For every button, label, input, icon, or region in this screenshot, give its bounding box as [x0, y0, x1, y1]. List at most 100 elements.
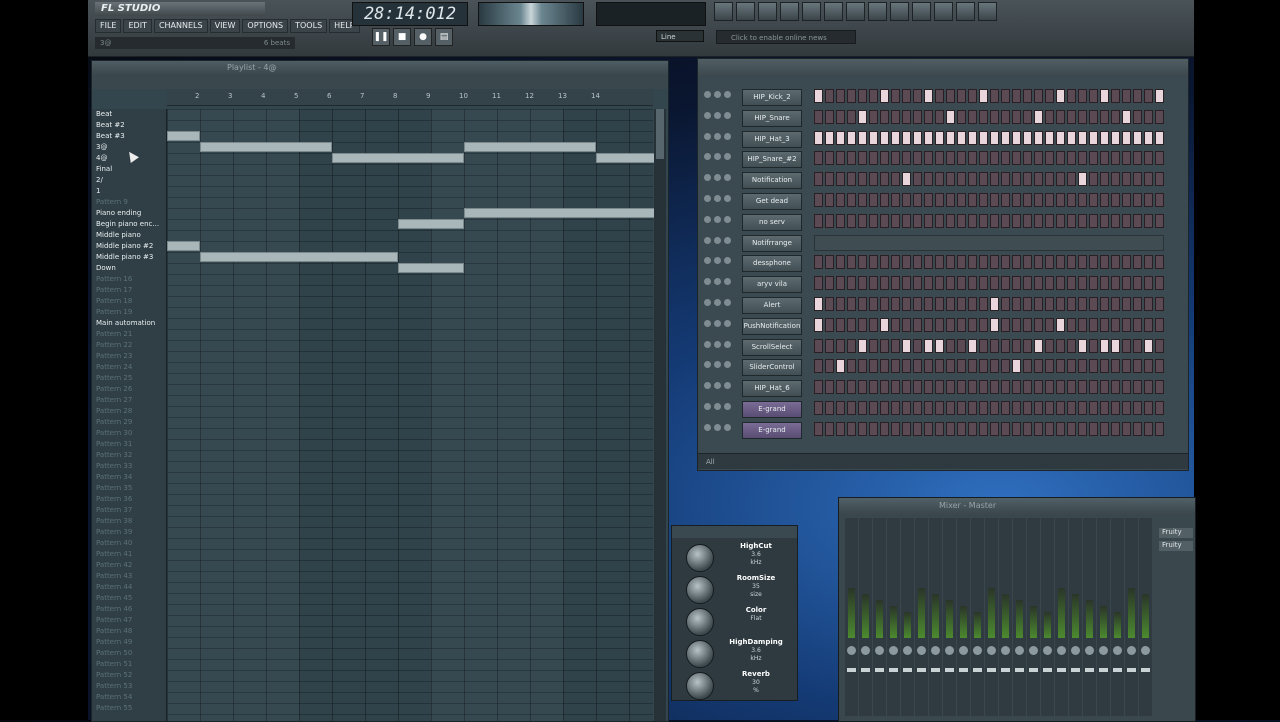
step-button[interactable]: [891, 255, 900, 270]
step-button[interactable]: [913, 421, 922, 436]
step-button[interactable]: [1133, 255, 1142, 270]
pattern-clip[interactable]: [464, 208, 662, 218]
step-button[interactable]: [924, 359, 933, 374]
step-button[interactable]: [1144, 421, 1153, 436]
step-button[interactable]: [1155, 421, 1164, 436]
step-button[interactable]: [1133, 380, 1142, 395]
pattern-clip[interactable]: [464, 142, 596, 152]
channel-button[interactable]: E-grand: [742, 401, 802, 418]
volume-fader[interactable]: [987, 668, 996, 672]
step-button[interactable]: [979, 193, 988, 207]
step-button[interactable]: [1122, 130, 1131, 145]
step-button[interactable]: [990, 359, 999, 374]
step-button[interactable]: [858, 401, 867, 415]
step-button[interactable]: [913, 297, 922, 311]
step-button[interactable]: [869, 213, 878, 228]
step-button[interactable]: [1045, 213, 1054, 228]
step-button[interactable]: [847, 89, 856, 103]
step-button[interactable]: [1144, 151, 1153, 166]
step-button[interactable]: [1012, 359, 1021, 374]
step-button[interactable]: [858, 421, 867, 436]
step-button[interactable]: [1023, 421, 1032, 436]
mixer-strip[interactable]: [1055, 518, 1068, 716]
step-button[interactable]: [836, 297, 845, 311]
step-button[interactable]: [847, 297, 856, 311]
track-label[interactable]: Pattern 41: [92, 549, 166, 560]
step-button[interactable]: [968, 359, 977, 374]
step-button[interactable]: [1100, 151, 1109, 166]
pattern-clip[interactable]: [200, 252, 398, 262]
step-button[interactable]: [1012, 151, 1021, 166]
step-button[interactable]: [1067, 255, 1076, 270]
channel-switch-icon[interactable]: [714, 382, 721, 390]
step-button[interactable]: [979, 317, 988, 332]
step-button[interactable]: [1155, 401, 1164, 415]
step-button[interactable]: [902, 297, 911, 311]
step-button[interactable]: [825, 213, 834, 228]
step-button[interactable]: [814, 109, 823, 124]
step-button[interactable]: [1111, 151, 1120, 166]
step-button[interactable]: [858, 130, 867, 145]
mixer-strip[interactable]: [901, 518, 914, 716]
step-button[interactable]: [1133, 172, 1142, 187]
step-button[interactable]: [1133, 359, 1142, 374]
step-button[interactable]: [902, 359, 911, 374]
step-button[interactable]: [902, 276, 911, 291]
step-button[interactable]: [1155, 109, 1164, 124]
step-button[interactable]: [825, 297, 834, 311]
step-button[interactable]: [847, 151, 856, 166]
track-label[interactable]: Pattern 49: [92, 637, 166, 648]
step-button[interactable]: [924, 338, 933, 353]
step-button[interactable]: [891, 193, 900, 207]
step-button[interactable]: [1078, 109, 1087, 124]
volume-fader[interactable]: [1029, 668, 1038, 672]
step-button[interactable]: [1089, 130, 1098, 145]
mixer-strip[interactable]: [915, 518, 928, 716]
channel-button[interactable]: E-grand: [742, 421, 802, 439]
pan-knob[interactable]: [1141, 646, 1150, 655]
mixer-titlebar[interactable]: Mixer - Master: [839, 498, 1195, 514]
pause-button[interactable]: ❚❚: [372, 28, 390, 46]
step-button[interactable]: [1067, 213, 1076, 228]
mixer-strip[interactable]: [985, 518, 998, 716]
channel-switch-icon[interactable]: [724, 257, 731, 265]
track-label[interactable]: Pattern 48: [92, 626, 166, 637]
step-button[interactable]: [891, 359, 900, 374]
step-button[interactable]: [990, 193, 999, 207]
pan-knob[interactable]: [1043, 646, 1052, 655]
step-button[interactable]: [825, 193, 834, 207]
step-button[interactable]: [1078, 276, 1087, 291]
record-button[interactable]: ●: [414, 28, 432, 46]
step-button[interactable]: [913, 338, 922, 353]
volume-fader[interactable]: [973, 668, 982, 672]
channel-button[interactable]: Notifrrange: [742, 234, 802, 252]
step-button[interactable]: [913, 401, 922, 415]
step-button[interactable]: [1034, 380, 1043, 395]
step-button[interactable]: [1155, 213, 1164, 228]
step-button[interactable]: [1100, 317, 1109, 332]
step-button[interactable]: [1089, 213, 1098, 228]
step-button[interactable]: [1089, 172, 1098, 187]
channel-button[interactable]: Notification: [742, 172, 802, 190]
step-button[interactable]: [1111, 359, 1120, 374]
step-button[interactable]: [836, 109, 845, 124]
step-button[interactable]: [913, 213, 922, 228]
step-button[interactable]: [946, 213, 955, 228]
step-button[interactable]: [1133, 89, 1142, 103]
step-button[interactable]: [1089, 276, 1098, 291]
step-button[interactable]: [935, 89, 944, 103]
track-label[interactable]: Pattern 26: [92, 384, 166, 395]
tool-button[interactable]: [824, 2, 843, 21]
step-button[interactable]: [1133, 317, 1142, 332]
step-button[interactable]: [1023, 130, 1032, 145]
step-button[interactable]: [1001, 380, 1010, 395]
step-button[interactable]: [990, 401, 999, 415]
step-button[interactable]: [1089, 89, 1098, 103]
step-button[interactable]: [1056, 401, 1065, 415]
step-button[interactable]: [1155, 172, 1164, 187]
step-button[interactable]: [825, 317, 834, 332]
step-button[interactable]: [957, 213, 966, 228]
step-button[interactable]: [1155, 255, 1164, 270]
step-button[interactable]: [858, 276, 867, 291]
step-button[interactable]: [957, 317, 966, 332]
